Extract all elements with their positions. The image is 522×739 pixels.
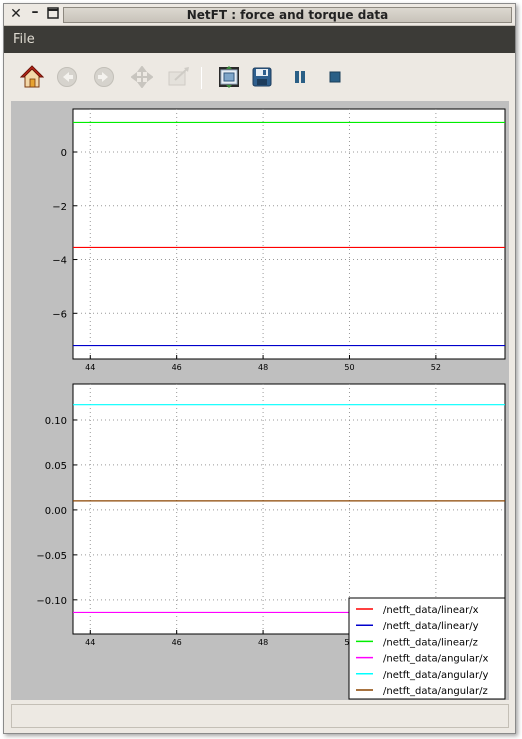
axes-top-frame: [72, 108, 506, 360]
legend-label: /netft_data/angular/y: [383, 670, 488, 681]
tick-label-y: 0.10: [45, 416, 67, 427]
tick-label-x: 44: [85, 363, 95, 372]
legend: /netft_data/linear/x/netft_data/linear/y…: [348, 597, 506, 700]
tick-label-x: 44: [85, 638, 95, 647]
stop-icon[interactable]: [321, 63, 349, 91]
tick-label-y: 0.05: [45, 461, 67, 472]
app-window: ✕ – NetFT : force and torque data File 4…: [3, 3, 516, 734]
title-field: NetFT : force and torque data: [63, 7, 512, 23]
tick-label-y: −0.10: [36, 596, 67, 607]
tick-label-x: 48: [258, 638, 268, 647]
tick-label-y: −4: [52, 256, 67, 267]
axes-top: 44 46 48 50 52 0 −2 −4 −6: [52, 108, 506, 372]
plot-svg: 44 46 48 50 52 0 −2 −4 −6 44 46 48 50 52 0.10 0.05 0.00…: [36, 108, 506, 700]
pause-icon[interactable]: [286, 63, 314, 91]
subplots-icon[interactable]: [215, 63, 243, 91]
window-title: NetFT : force and torque data: [186, 8, 389, 22]
legend-label: /netft_data/angular/z: [383, 686, 488, 697]
maximize-icon[interactable]: [46, 7, 60, 21]
toolbar: [4, 53, 515, 101]
tick-label-y: 0: [61, 148, 67, 159]
minimize-icon[interactable]: –: [28, 5, 42, 19]
pan-icon[interactable]: [128, 63, 156, 91]
zoom-icon[interactable]: [165, 63, 193, 91]
legend-label: /netft_data/linear/y: [383, 621, 479, 632]
back-icon[interactable]: [53, 63, 81, 91]
tick-label-y: 0.00: [45, 506, 67, 517]
tick-label-x: 50: [344, 363, 354, 372]
menu-file[interactable]: File: [13, 32, 35, 47]
legend-label: /netft_data/linear/x: [383, 605, 479, 616]
axes-bottom-frame: [72, 383, 506, 635]
tick-label-x: 48: [258, 363, 268, 372]
tick-label-y: −6: [52, 309, 67, 320]
status-bar: [11, 704, 509, 728]
tick-label-x: 46: [172, 638, 182, 647]
tick-label-x: 52: [431, 363, 441, 372]
legend-label: /netft_data/linear/z: [383, 637, 478, 648]
plot-canvas[interactable]: 44 46 48 50 52 0 −2 −4 −6 44 46 48 50 52 0.10 0.05 0.00…: [11, 101, 509, 700]
forward-icon[interactable]: [90, 63, 118, 91]
tick-label-x: 46: [172, 363, 182, 372]
tick-label-y: −2: [52, 202, 67, 213]
toolbar-separator: [201, 67, 202, 89]
tick-label-y: −0.05: [36, 551, 67, 562]
home-icon[interactable]: [18, 63, 46, 91]
save-icon[interactable]: [248, 63, 276, 91]
title-bar: ✕ – NetFT : force and torque data: [4, 4, 515, 26]
legend-label: /netft_data/angular/x: [383, 654, 488, 665]
menu-bar: File: [4, 26, 515, 53]
close-icon[interactable]: ✕: [9, 7, 23, 21]
